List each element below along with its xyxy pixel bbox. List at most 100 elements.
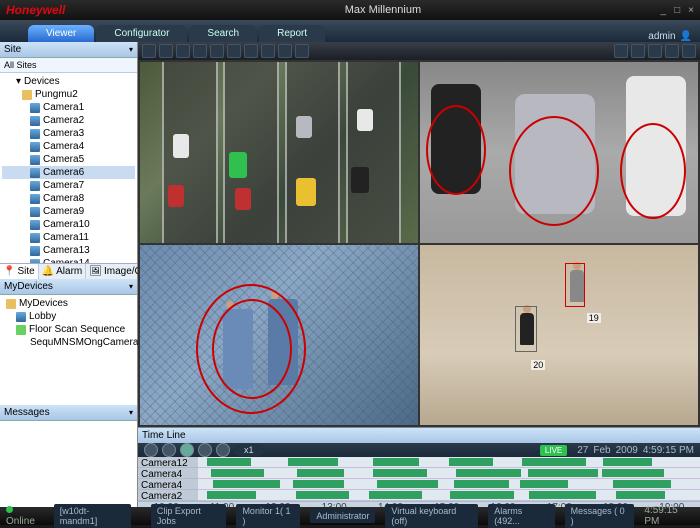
status-dot-icon — [6, 506, 13, 513]
rewind-button[interactable] — [162, 443, 176, 457]
track-name[interactable]: Camera4 — [138, 468, 198, 479]
layout-button[interactable] — [159, 44, 173, 58]
user-icon: 👤 — [680, 31, 692, 42]
camera-cell-3[interactable] — [140, 245, 418, 426]
track-name[interactable]: Camera12 — [138, 457, 198, 468]
close-button[interactable]: × — [688, 5, 694, 16]
tree-devices[interactable]: ▾Devices — [2, 75, 135, 88]
app-title: Max Millennium — [105, 4, 660, 16]
virtual-keyboard-button[interactable]: Virtual keyboard (off) — [385, 504, 478, 528]
detection-oval — [620, 123, 686, 219]
user-badge[interactable]: admin 👤 — [640, 31, 700, 42]
folder-icon — [6, 299, 16, 309]
monitor-button[interactable]: Monitor 1( 1 ) — [236, 504, 300, 528]
timeline-tracks[interactable]: Camera12Camera4Camera4Camera2 — [138, 457, 700, 501]
view-option-button[interactable] — [648, 44, 662, 58]
messages-header[interactable]: Messages▾ — [0, 405, 137, 421]
tree-camera[interactable]: Camera7 — [2, 179, 135, 192]
tree-camera[interactable]: Camera9 — [2, 205, 135, 218]
tab-report[interactable]: Report — [259, 25, 325, 42]
layout-button[interactable] — [210, 44, 224, 58]
mydevices-tree[interactable]: MyDevices Lobby Floor Scan Sequence Sequ… — [0, 295, 137, 405]
sequence-icon — [16, 325, 26, 335]
tree-camera[interactable]: Camera4 — [2, 140, 135, 153]
site-panel-header[interactable]: Site▾ — [0, 42, 137, 58]
speed-indicator[interactable]: x1 — [234, 444, 264, 456]
forward-button[interactable] — [198, 443, 212, 457]
sidebar: Site▾ All Sites ▾Devices Pungmu2 Camera1… — [0, 42, 138, 507]
sidebar-tab-site[interactable]: 📍Site — [0, 264, 39, 279]
view-toolbar — [138, 42, 700, 60]
timeline-header[interactable]: Time Line — [138, 428, 700, 443]
camera-cell-4[interactable]: 19 20 — [420, 245, 698, 426]
live-badge[interactable]: LIVE — [540, 445, 567, 456]
skip-forward-button[interactable] — [216, 443, 230, 457]
tree-camera[interactable]: Camera8 — [2, 192, 135, 205]
layout-button[interactable] — [261, 44, 275, 58]
timeline-date[interactable]: 27 Feb 2009 4:59:15 PM — [577, 445, 694, 456]
view-option-button[interactable] — [631, 44, 645, 58]
tab-configurator[interactable]: Configurator — [96, 25, 187, 42]
detection-oval — [212, 299, 292, 399]
status-bar: Online [w10dt-mandm1] Clip Export Jobs M… — [0, 507, 700, 525]
folder-icon — [22, 90, 32, 100]
role-badge: Administrator — [310, 509, 375, 523]
track-row[interactable] — [198, 468, 700, 479]
device-tree[interactable]: ▾Devices Pungmu2 Camera1Camera2Camera3Ca… — [0, 73, 137, 263]
tree-camera[interactable]: Camera3 — [2, 127, 135, 140]
tree-camera[interactable]: Camera1 — [2, 101, 135, 114]
alarms-button[interactable]: Alarms (492... — [488, 504, 554, 528]
tree-camera[interactable]: Camera10 — [2, 218, 135, 231]
host-badge[interactable]: [w10dt-mandm1] — [54, 504, 131, 528]
layout-button[interactable] — [295, 44, 309, 58]
sidebar-tab-alarm[interactable]: 🔔Alarm — [39, 264, 87, 279]
view-option-button[interactable] — [614, 44, 628, 58]
mydev-lobby[interactable]: Lobby — [2, 310, 135, 323]
tab-viewer[interactable]: Viewer — [28, 25, 94, 42]
tab-search[interactable]: Search — [189, 25, 257, 42]
track-name[interactable]: Camera4 — [138, 479, 198, 490]
layout-button[interactable] — [176, 44, 190, 58]
skip-back-button[interactable] — [144, 443, 158, 457]
messages-button[interactable]: Messages ( 0 ) — [565, 504, 635, 528]
track-row[interactable] — [198, 457, 700, 468]
mydev-floor[interactable]: Floor Scan Sequence — [2, 323, 135, 336]
detection-zone — [431, 252, 687, 407]
track-row[interactable] — [198, 490, 700, 501]
online-status: Online — [6, 505, 44, 527]
detection-label: 19 — [587, 313, 601, 323]
track-name[interactable]: Camera2 — [138, 490, 198, 501]
layout-button[interactable] — [278, 44, 292, 58]
camera-cell-2[interactable] — [420, 62, 698, 243]
tree-camera[interactable]: Camera5 — [2, 153, 135, 166]
layout-button[interactable] — [227, 44, 241, 58]
camera-icon — [16, 312, 26, 322]
tree-camera[interactable]: Camera13 — [2, 244, 135, 257]
playback-controls: x1 LIVE 27 Feb 2009 4:59:15 PM — [138, 443, 700, 457]
view-option-button[interactable] — [665, 44, 679, 58]
layout-button[interactable] — [193, 44, 207, 58]
mydev-root[interactable]: MyDevices — [2, 297, 135, 310]
tree-group[interactable]: Pungmu2 — [2, 88, 135, 101]
mydevices-header[interactable]: MyDevices▾ — [0, 279, 137, 295]
maximize-button[interactable]: □ — [674, 5, 680, 16]
tree-camera[interactable]: Camera2 — [2, 114, 135, 127]
timeline-panel: Time Line x1 LIVE 27 Feb 2009 4:59:15 PM… — [138, 427, 700, 507]
tree-camera[interactable]: Camera11 — [2, 231, 135, 244]
brand-logo: Honeywell — [6, 3, 65, 17]
tree-camera[interactable]: Camera6 — [2, 166, 135, 179]
clip-export-button[interactable]: Clip Export Jobs — [151, 504, 227, 528]
all-sites-selector[interactable]: All Sites — [0, 58, 137, 73]
detection-oval — [426, 105, 486, 195]
minimize-button[interactable]: _ — [661, 5, 667, 16]
track-row[interactable] — [198, 479, 700, 490]
view-option-button[interactable] — [682, 44, 696, 58]
play-button[interactable] — [180, 443, 194, 457]
camera-icon — [30, 246, 40, 256]
mydev-seq[interactable]: SequMNSMOngCamera — [2, 336, 135, 349]
camera-icon — [30, 181, 40, 191]
layout-button[interactable] — [244, 44, 258, 58]
layout-button[interactable] — [142, 44, 156, 58]
camera-icon — [30, 233, 40, 243]
camera-cell-1[interactable] — [140, 62, 418, 243]
